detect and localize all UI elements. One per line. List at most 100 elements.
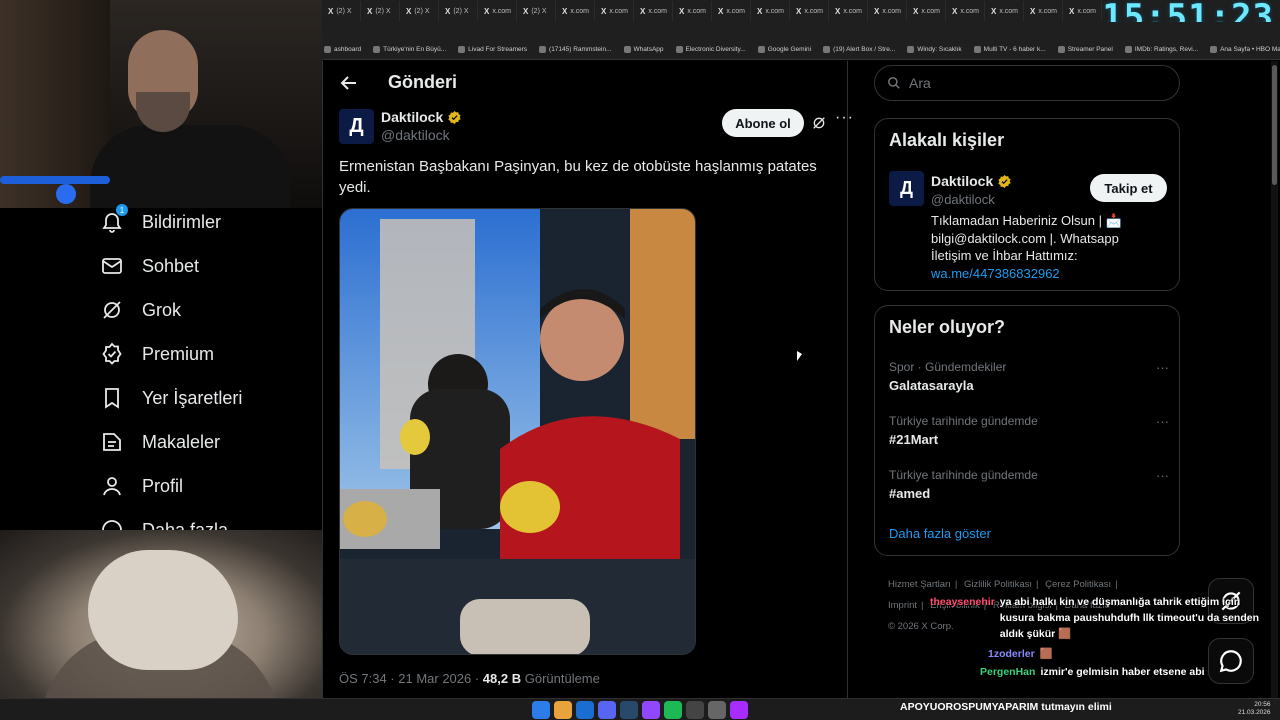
more-options-icon[interactable]: ··· [1156,360,1169,375]
browser-tab[interactable]: X (2) X [517,1,556,21]
bookmark-item[interactable]: IMDb: Ratings, Revi... [1124,46,1198,53]
x-logo-icon: X [601,6,607,16]
browser-tab[interactable]: Xx.com [946,1,985,21]
tab-label: (2) X [375,7,391,15]
avatar[interactable]: Д [339,109,374,144]
trend-title: #21Mart [889,432,939,447]
browser-toolbar [322,22,1280,40]
grok-icon[interactable] [811,115,827,131]
browser-tab[interactable]: Xx.com [556,1,595,21]
follow-button[interactable]: Takip et [1090,174,1167,202]
steam-icon[interactable] [620,701,638,719]
chrome-icon[interactable] [554,701,572,719]
avatar[interactable]: Д [889,171,924,206]
browser-tab[interactable]: Xx.com [1063,1,1102,21]
bookmark-item[interactable]: Windy: Sıcaklık [907,46,962,53]
bookmark-icon [105,388,119,409]
browser-tab[interactable]: Xx.com [985,1,1024,21]
spotify-icon[interactable] [664,701,682,719]
related-name[interactable]: Daktilock [931,173,1012,189]
nav-premium[interactable]: Premium [100,332,322,376]
tab-label: (2) X [336,7,352,15]
post-timestamp[interactable]: ÖS 7:34 · 21 Mar 2026 · [339,671,483,686]
browser-tab[interactable]: Xx.com [907,1,946,21]
footer-link[interactable]: Imprint [888,600,917,611]
browser-tab[interactable]: Xx.com [868,1,907,21]
page-scrollbar[interactable] [1271,61,1278,701]
browser-tab[interactable]: Xx.com [595,1,634,21]
bookmark-item[interactable]: Streamer Panel [1057,46,1113,53]
browser-tab[interactable]: X (2) X [322,1,361,21]
x-logo-icon: X [679,6,685,16]
trend-item[interactable]: Spor · Gündemdekiler Galatasarayla ··· [889,360,1169,393]
app-icon[interactable] [730,701,748,719]
bookmark-item[interactable]: (19) Alert Box / Stre... [823,46,895,53]
bookmark-item[interactable]: Multi TV - 6 haber k... [973,46,1046,53]
footer-link[interactable]: Hizmet Şartları [888,579,951,590]
tab-label: x.com [687,7,707,15]
nav-label: Makaleler [142,431,221,452]
app-icon[interactable] [642,701,660,719]
bookmark-item[interactable]: Livad For Streamers [458,46,527,53]
author-name[interactable]: Daktilock [381,109,462,125]
related-link[interactable]: wa.me/447386832962 [931,266,1060,281]
app-icon[interactable] [708,701,726,719]
subscribe-button[interactable]: Abone ol [722,109,804,137]
search-input[interactable] [909,75,1149,91]
bookmark-item[interactable]: Electronic Diversity... [675,46,746,53]
browser-tab[interactable]: Xx.com [673,1,712,21]
nav-grok[interactable]: Grok [100,288,322,332]
more-options-icon[interactable]: ··· [1156,468,1169,483]
trend-category: Spor · Gündemdekiler [889,360,1007,374]
browser-tab[interactable]: X (2) X [439,1,478,21]
browser-tab[interactable]: Xx.com [790,1,829,21]
trend-item[interactable]: Türkiye tarihinde gündemde #amed ··· [889,468,1169,501]
browser-tab[interactable]: Xx.com [1024,1,1063,21]
trend-item[interactable]: Türkiye tarihinde gündemde #21Mart ··· [889,414,1169,447]
nav-label: Bildirimler [142,211,222,232]
edge-icon[interactable] [576,701,594,719]
favicon-icon [539,46,547,53]
show-more-link[interactable]: Daha fazla göster [889,526,991,541]
left-navigation: 1 Bildirimler Sohbet Grok Premium Yer İş… [100,200,322,552]
app-icon[interactable] [686,701,704,719]
nav-profile[interactable]: Profil [100,464,322,508]
browser-tab[interactable]: Xx.com [751,1,790,21]
bookmark-item[interactable]: ashboard [324,46,361,53]
browser-tab[interactable]: Xx.com [634,1,673,21]
footer-link[interactable]: Gizlilik Politikası [964,579,1032,590]
bookmark-label: Electronic Diversity... [685,46,746,53]
nav-chat[interactable]: Sohbet [100,244,322,288]
search-box[interactable] [874,65,1180,101]
bookmark-item[interactable]: Google Gemini [757,46,811,53]
post-meta: ÖS 7:34 · 21 Mar 2026 · 48,2 B Görüntüle… [339,671,600,686]
nav-label: Yer İşaretleri [142,387,243,408]
footer-link[interactable]: Çerez Politikası [1045,579,1111,590]
bookmark-item[interactable]: Ana Sayfa • HBO Max [1210,46,1280,53]
start-icon[interactable] [532,701,550,719]
nav-notifications[interactable]: 1 Bildirimler [100,200,322,244]
system-clock[interactable]: 20:56 21.03.2026 [1238,701,1271,717]
bookmark-item[interactable]: (17145) Rammstein... [539,46,612,53]
browser-tab[interactable]: Xx.com [712,1,751,21]
nav-articles[interactable]: Makaleler [100,420,322,464]
post-video[interactable] [339,208,696,655]
discord-icon[interactable] [598,701,616,719]
bookmark-item[interactable]: Türkiye'nin En Büyü... [373,46,446,53]
browser-tab[interactable]: X (2) X [400,1,439,21]
bookmark-item[interactable]: WhatsApp [623,46,664,53]
more-options-icon[interactable]: ··· [1156,414,1169,429]
chat-user: APOYUOROSPUMYAPARIM [900,701,1039,713]
x-logo-icon: X [835,6,841,16]
chat-user: theaysenehir [930,596,995,608]
browser-tab[interactable]: X (2) X [361,1,400,21]
bookmark-label: Livad For Streamers [468,46,528,53]
trends-card: Neler oluyor? Spor · Gündemdekiler Galat… [874,305,1180,556]
browser-tab[interactable]: Xx.com [829,1,868,21]
nav-bookmarks[interactable]: Yer İşaretleri [100,376,322,420]
back-arrow-icon[interactable] [339,73,359,93]
browser-tab[interactable]: Xx.com [478,1,517,21]
more-options-icon[interactable]: ··· [835,109,854,127]
x-logo-icon: X [523,6,529,16]
tab-label: x.com [570,7,590,15]
